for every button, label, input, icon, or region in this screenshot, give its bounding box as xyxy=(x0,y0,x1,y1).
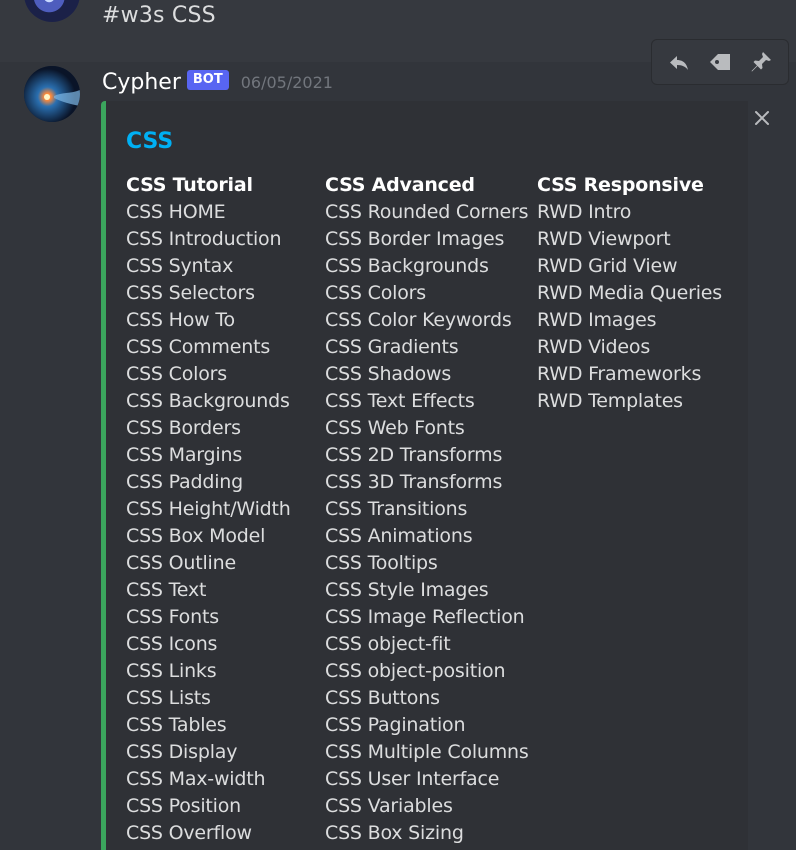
list-item: CSS Image Reflection xyxy=(325,606,525,628)
list-item: CSS Introduction xyxy=(126,228,282,250)
list-item: CSS Shadows xyxy=(325,363,452,385)
username[interactable]: Cypher xyxy=(102,70,181,95)
list-item: CSS Lists xyxy=(126,687,211,709)
list-item: CSS User Interface xyxy=(325,768,500,790)
list-item: CSS Web Fonts xyxy=(325,417,465,439)
list-item: CSS Text Effects xyxy=(325,390,475,412)
list-item: CSS HOME xyxy=(126,201,226,223)
list-item: CSS Box Model xyxy=(126,525,266,547)
list-item: RWD Videos xyxy=(537,336,651,358)
embed-field-css-tutorial: CSS Tutorial CSS HOME CSS Introduction CSS… xyxy=(126,171,291,847)
timestamp: 06/05/2021 xyxy=(240,72,333,92)
embed-field-css-advanced: CSS Advanced CSS Rounded Corners CSS Bord… xyxy=(325,171,529,847)
list-item: CSS Style Images xyxy=(325,579,489,601)
list-item: RWD Frameworks xyxy=(537,363,702,385)
list-item: CSS Display xyxy=(126,741,238,763)
list-item: CSS Transitions xyxy=(325,498,468,520)
list-item: CSS Animations xyxy=(325,525,473,547)
message-actions-toolbar xyxy=(651,39,789,85)
field-list: CSS HOME CSS Introduction CSS Syntax CSS Se… xyxy=(126,199,291,847)
list-item: CSS Position xyxy=(126,795,242,817)
list-item: CSS 2D Transforms xyxy=(325,444,503,466)
embed-title[interactable]: CSS xyxy=(126,129,173,154)
list-item: CSS Icons xyxy=(126,633,218,655)
list-item: CSS object-position xyxy=(325,660,506,682)
list-item: CSS Box Sizing xyxy=(325,822,464,844)
list-item: CSS Syntax xyxy=(126,255,234,277)
close-icon xyxy=(755,111,769,125)
list-item: CSS Colors xyxy=(325,282,426,304)
list-item: CSS Borders xyxy=(126,417,241,439)
list-item: CSS Border Images xyxy=(325,228,505,250)
list-item: RWD Viewport xyxy=(537,228,671,250)
list-item: CSS Text xyxy=(126,579,207,601)
list-item: CSS Buttons xyxy=(325,687,440,709)
field-list: CSS Rounded Corners CSS Border Images CSS … xyxy=(325,199,529,847)
list-item: RWD Media Queries xyxy=(537,282,722,304)
list-item: CSS Colors xyxy=(126,363,227,385)
list-item: CSS Comments xyxy=(126,336,271,358)
message-text: #w3s CSS xyxy=(102,3,216,28)
list-item: CSS Selectors xyxy=(126,282,255,304)
list-item: CSS Margins xyxy=(126,444,243,466)
field-title: CSS Advanced xyxy=(325,174,475,196)
field-list: RWD Intro RWD Viewport RWD Grid View RWD Me… xyxy=(537,199,722,415)
bot-badge: BOT xyxy=(186,70,229,90)
tag-icon xyxy=(709,54,730,70)
list-item: CSS Color Keywords xyxy=(325,309,512,331)
message-header: Cypher BOT 06/05/2021 xyxy=(102,68,333,96)
tag-button[interactable] xyxy=(702,44,738,80)
list-item: RWD Images xyxy=(537,309,657,331)
list-item: CSS Fonts xyxy=(126,606,219,628)
list-item: CSS How To xyxy=(126,309,235,331)
avatar[interactable] xyxy=(24,0,80,22)
list-item: CSS Backgrounds xyxy=(325,255,489,277)
list-item: CSS Gradients xyxy=(325,336,459,358)
list-item: CSS Multiple Columns xyxy=(325,741,529,763)
bot-message: Cypher BOT 06/05/2021 CSS CSS Tutorial C… xyxy=(0,39,796,850)
list-item: CSS Padding xyxy=(126,471,243,493)
field-title: CSS Tutorial xyxy=(126,174,253,196)
field-title: CSS Responsive xyxy=(537,174,704,196)
list-item: CSS 3D Transforms xyxy=(325,471,503,493)
list-item: CSS Max-width xyxy=(126,768,266,790)
reply-icon xyxy=(669,56,688,70)
list-item: CSS Backgrounds xyxy=(126,390,290,412)
list-item: CSS Rounded Corners xyxy=(325,201,529,223)
list-item: CSS Overflow xyxy=(126,822,252,844)
chat-area: #w3s CSS Cypher BOT 06/05/2021 CSS CSS T… xyxy=(0,0,796,850)
list-item: CSS Variables xyxy=(325,795,453,817)
pin-button[interactable] xyxy=(743,44,779,80)
list-item: CSS Pagination xyxy=(325,714,466,736)
remove-embed-button[interactable] xyxy=(750,106,774,130)
list-item: CSS Height/Width xyxy=(126,498,291,520)
list-item: CSS Links xyxy=(126,660,217,682)
embed-field-css-responsive: CSS Responsive RWD Intro RWD Viewport RWD … xyxy=(537,171,722,415)
list-item: RWD Templates xyxy=(537,390,683,412)
list-item: RWD Intro xyxy=(537,201,632,223)
list-item: CSS Tables xyxy=(126,714,227,736)
reply-button[interactable] xyxy=(661,44,697,80)
rich-embed: CSS CSS Tutorial CSS HOME CSS Introductio… xyxy=(101,101,748,850)
list-item: CSS Outline xyxy=(126,552,236,574)
list-item: CSS object-fit xyxy=(325,633,451,655)
list-item: CSS Tooltips xyxy=(325,552,438,574)
pin-icon xyxy=(751,52,772,72)
list-item: RWD Grid View xyxy=(537,255,678,277)
avatar[interactable] xyxy=(24,66,80,122)
